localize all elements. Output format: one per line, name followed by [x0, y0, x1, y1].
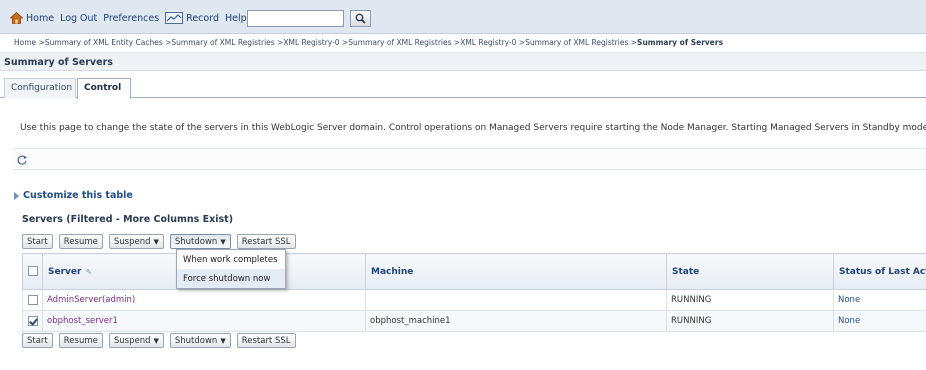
home-link[interactable]: Home: [26, 13, 54, 24]
refresh-bar: [13, 148, 926, 170]
chevron-down-icon: ▼: [220, 237, 226, 246]
server-cell: obphost_server1: [42, 310, 366, 332]
table-header-row: Server ⇖ Machine State Status of Last Act…: [22, 253, 926, 290]
state-cell: RUNNING: [666, 289, 834, 311]
server-link[interactable]: obphost_server1: [47, 316, 118, 326]
column-header-server-label: Server: [48, 266, 82, 277]
customize-table-label: Customize this table: [23, 190, 133, 201]
shutdown-button[interactable]: Shutdown ▼: [169, 234, 231, 249]
table-actions-top: Start Resume Suspend ▼ Shutdown ▼ Restart …: [22, 234, 302, 249]
logout-link[interactable]: Log Out: [60, 13, 97, 24]
home-icon[interactable]: [10, 12, 23, 24]
tab-control[interactable]: Control: [77, 78, 131, 99]
chevron-down-icon: ▼: [153, 237, 159, 246]
menu-item-when-work-completes[interactable]: When work completes: [177, 250, 285, 269]
row-checkbox[interactable]: [27, 294, 38, 305]
expand-triangle-icon: [14, 191, 19, 200]
top-navigation: Home Log Out Preferences Record Help: [10, 11, 253, 25]
suspend-button-label: Suspend: [113, 236, 151, 247]
machine-cell: [365, 289, 667, 311]
search-icon: [355, 13, 366, 24]
column-header-status[interactable]: Status of Last Acti: [833, 253, 926, 290]
restart-ssl-button[interactable]: Restart SSL: [236, 333, 296, 348]
status-cell: None: [833, 289, 926, 311]
tab-configuration[interactable]: Configuration: [4, 78, 76, 98]
chevron-down-icon: ▼: [220, 336, 226, 345]
resume-button[interactable]: Resume: [58, 333, 103, 348]
tab-bar: Configuration Control: [0, 78, 926, 99]
restart-ssl-button-label: Restart SSL: [241, 335, 291, 346]
page-title: Summary of Servers: [4, 57, 113, 68]
breadcrumb-path[interactable]: Home >Summary of XML Entity Caches >Summ…: [14, 38, 637, 47]
start-button-label: Start: [27, 236, 48, 247]
top-toolbar: Home Log Out Preferences Record Help: [0, 0, 926, 34]
breadcrumb-current: Summary of Servers: [637, 38, 724, 47]
row-select-cell: [22, 289, 43, 311]
refresh-icon[interactable]: [16, 154, 28, 166]
server-cell: AdminServer(admin): [42, 289, 366, 311]
status-cell: None: [833, 310, 926, 332]
help-link[interactable]: Help: [225, 13, 247, 24]
shutdown-button[interactable]: Shutdown ▼: [169, 333, 231, 348]
start-button[interactable]: Start: [22, 333, 53, 348]
shutdown-button-label: Shutdown: [174, 335, 218, 346]
table-actions-bottom: Start Resume Suspend ▼ Shutdown ▼ Restart …: [22, 333, 302, 348]
server-link[interactable]: AdminServer(admin): [47, 295, 135, 305]
record-icon[interactable]: [165, 12, 184, 24]
search-input[interactable]: [247, 10, 344, 27]
page-title-bar: Summary of Servers: [0, 52, 926, 71]
customize-table-link[interactable]: Customize this table: [14, 190, 133, 201]
resume-button-label: Resume: [63, 236, 98, 247]
select-all-checkbox[interactable]: [27, 266, 38, 277]
suspend-button[interactable]: Suspend ▼: [108, 333, 164, 348]
state-cell: RUNNING: [666, 310, 834, 332]
start-button-label: Start: [27, 335, 48, 346]
breadcrumb: Home >Summary of XML Entity Caches >Summ…: [14, 38, 914, 47]
resume-button[interactable]: Resume: [58, 234, 103, 249]
table-row: AdminServer(admin) RUNNING None: [22, 289, 926, 311]
record-link[interactable]: Record: [186, 13, 219, 24]
menu-item-force-shutdown-now[interactable]: Force shutdown now: [177, 269, 285, 288]
row-select-cell: [22, 310, 43, 332]
column-header-state[interactable]: State: [666, 253, 834, 290]
servers-table: Server ⇖ Machine State Status of Last Act…: [22, 253, 926, 332]
page-description: Use this page to change the state of the…: [20, 123, 926, 133]
suspend-button-label: Suspend: [113, 335, 151, 346]
shutdown-menu: When work completes Force shutdown now: [176, 249, 286, 289]
chevron-down-icon: ▼: [153, 336, 159, 345]
row-checkbox[interactable]: [27, 315, 38, 326]
shutdown-button-label: Shutdown: [174, 236, 218, 247]
suspend-button[interactable]: Suspend ▼: [108, 234, 164, 249]
restart-ssl-button[interactable]: Restart SSL: [236, 234, 296, 249]
status-link[interactable]: None: [838, 316, 860, 326]
table-row: obphost_server1 obphost_machine1 RUNNING…: [22, 310, 926, 332]
resume-button-label: Resume: [63, 335, 98, 346]
table-title: Servers (Filtered - More Columns Exist): [22, 214, 234, 225]
restart-ssl-button-label: Restart SSL: [241, 236, 291, 247]
select-all-cell: [22, 253, 43, 290]
sort-icon[interactable]: ⇖: [85, 267, 92, 276]
start-button[interactable]: Start: [22, 234, 53, 249]
status-link[interactable]: None: [838, 295, 860, 305]
preferences-link[interactable]: Preferences: [103, 13, 159, 24]
column-header-machine[interactable]: Machine: [365, 253, 667, 290]
search-button[interactable]: [350, 10, 371, 27]
machine-cell: obphost_machine1: [365, 310, 667, 332]
